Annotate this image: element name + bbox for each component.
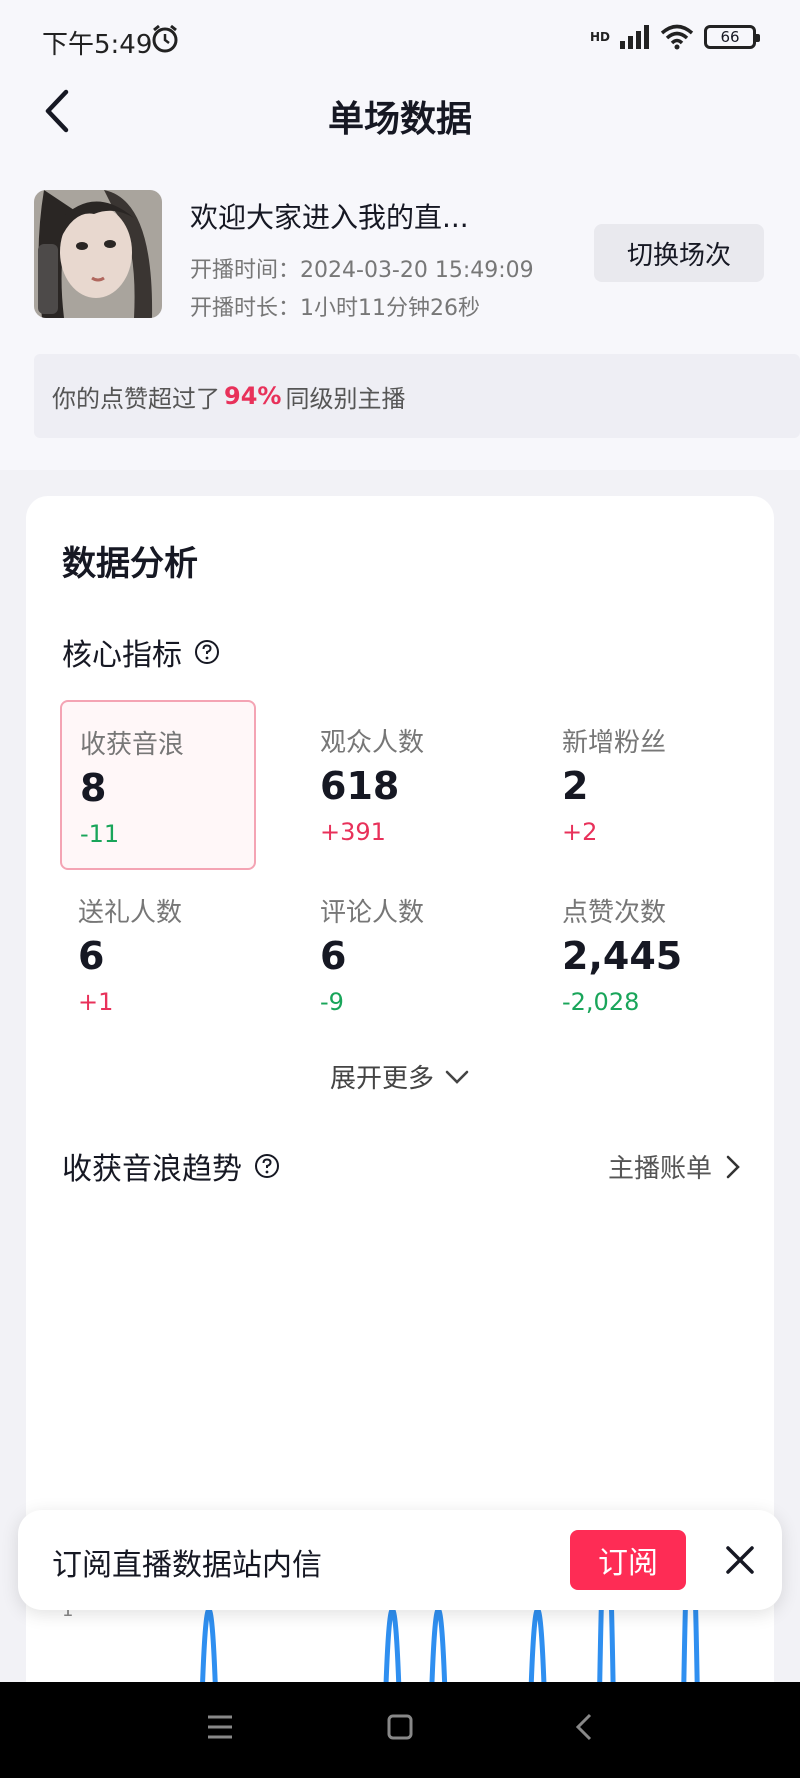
expand-more-button[interactable]: 展开更多	[26, 1058, 774, 1095]
subscribe-button[interactable]: 订阅	[570, 1530, 686, 1590]
metric-label: 新增粉丝	[562, 728, 667, 758]
start-time-line: 开播时间：2024-03-20 15:49:09	[190, 252, 534, 284]
system-nav-bar	[0, 1682, 800, 1778]
help-icon[interactable]	[194, 639, 220, 665]
subscribe-toast: 订阅直播数据站内信 订阅	[18, 1510, 782, 1610]
close-icon[interactable]	[718, 1538, 762, 1582]
duration-label: 开播时长：	[190, 296, 301, 321]
metric-gifters[interactable]: 送礼人数 6 +1	[60, 870, 256, 1040]
core-metrics-header: 核心指标	[62, 630, 220, 674]
metric-delta: -2,028	[562, 988, 640, 1016]
analysis-title: 数据分析	[62, 544, 198, 584]
home-icon[interactable]	[386, 1712, 414, 1742]
wifi-icon	[660, 24, 694, 50]
battery-level: 66	[720, 28, 740, 46]
chevron-down-icon	[445, 1070, 469, 1084]
metric-value: 2,445	[562, 934, 683, 978]
duration-line: 开播时长：1小时11分钟26秒	[190, 290, 480, 322]
menu-icon[interactable]	[206, 1712, 234, 1742]
metric-delta: -9	[320, 988, 344, 1016]
metric-value: 6	[320, 934, 347, 978]
metric-label: 评论人数	[320, 898, 425, 928]
metric-delta: +391	[320, 818, 386, 846]
room-name: 欢迎大家进入我的直...	[190, 201, 469, 234]
like-rank-banner: 你的点赞超过了 94% 同级别主播	[34, 354, 800, 438]
metric-commenters[interactable]: 评论人数 6 -9	[302, 870, 498, 1040]
core-metrics-title: 核心指标	[62, 638, 182, 673]
status-time: 下午5:49	[42, 30, 153, 60]
rank-prefix: 你的点赞超过了	[52, 384, 220, 413]
rank-suffix: 同级别主播	[285, 384, 406, 413]
sound-wave-trend-chart: 011.5215:4915:5816:0716:1616:2516:3416:4…	[62, 1508, 752, 1736]
trend-title: 收获音浪趋势	[62, 1152, 242, 1187]
back-icon[interactable]	[570, 1712, 598, 1742]
start-time-label: 开播时间：	[190, 258, 301, 283]
metric-viewers[interactable]: 观众人数 618 +391	[302, 700, 498, 870]
metric-likes[interactable]: 点赞次数 2,445 -2,028	[544, 870, 740, 1040]
live-session-profile: 欢迎大家进入我的直... 开播时间：2024-03-20 15:49:09 开播…	[34, 190, 766, 322]
rank-percent: 94%	[224, 382, 282, 410]
switch-session-button[interactable]: 切换场次	[594, 224, 764, 282]
metric-value: 8	[80, 766, 107, 810]
avatar	[34, 190, 162, 318]
nav-bar: 单场数据	[0, 78, 800, 144]
network-type-label: HD	[589, 30, 610, 44]
anchor-bill-label: 主播账单	[607, 1154, 712, 1184]
metric-sound-waves[interactable]: 收获音浪 8 -11	[60, 700, 256, 870]
duration-value: 1小时11分钟26秒	[300, 296, 481, 321]
status-bar: 下午5:49 HD 66	[0, 0, 800, 78]
help-icon[interactable]	[254, 1153, 280, 1179]
metric-value: 6	[78, 934, 105, 978]
trend-header: 收获音浪趋势	[62, 1144, 280, 1188]
metric-label: 收获音浪	[80, 730, 185, 760]
metric-label: 点赞次数	[562, 898, 667, 928]
metric-delta: +2	[562, 818, 598, 846]
expand-more-label: 展开更多	[329, 1064, 434, 1094]
start-time-value: 2024-03-20 15:49:09	[300, 258, 534, 283]
metric-value: 2	[562, 764, 589, 808]
battery-icon: 66	[704, 25, 760, 49]
signal-icon	[620, 25, 649, 49]
metric-label: 送礼人数	[78, 898, 183, 928]
metric-new-fans[interactable]: 新增粉丝 2 +2	[544, 700, 740, 870]
page-title: 单场数据	[327, 99, 472, 140]
chevron-right-icon	[726, 1155, 740, 1178]
metric-delta: +1	[78, 988, 114, 1016]
metric-value: 618	[320, 764, 400, 808]
metric-label: 观众人数	[320, 728, 425, 758]
metric-delta: -11	[80, 820, 120, 848]
alarm-icon	[152, 24, 178, 53]
anchor-bill-link[interactable]: 主播账单	[608, 1148, 740, 1185]
toast-text: 订阅直播数据站内信	[52, 1548, 322, 1583]
